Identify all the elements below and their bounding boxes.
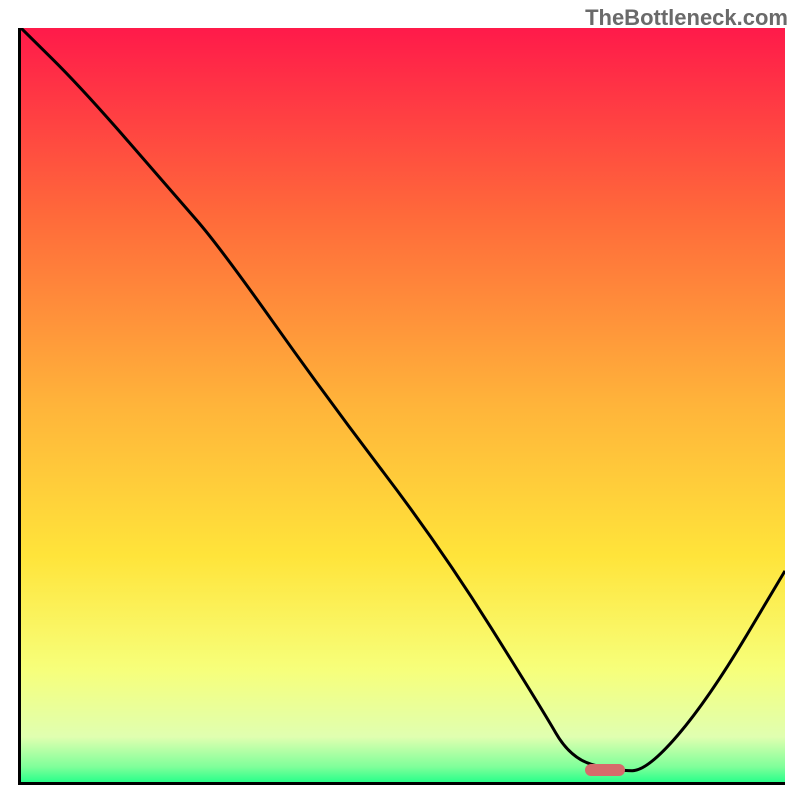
- optimal-marker: [585, 764, 625, 776]
- plot-area: [18, 28, 785, 785]
- bottleneck-curve: [21, 28, 785, 771]
- curve-layer: [21, 28, 785, 782]
- watermark-text: TheBottleneck.com: [585, 5, 788, 31]
